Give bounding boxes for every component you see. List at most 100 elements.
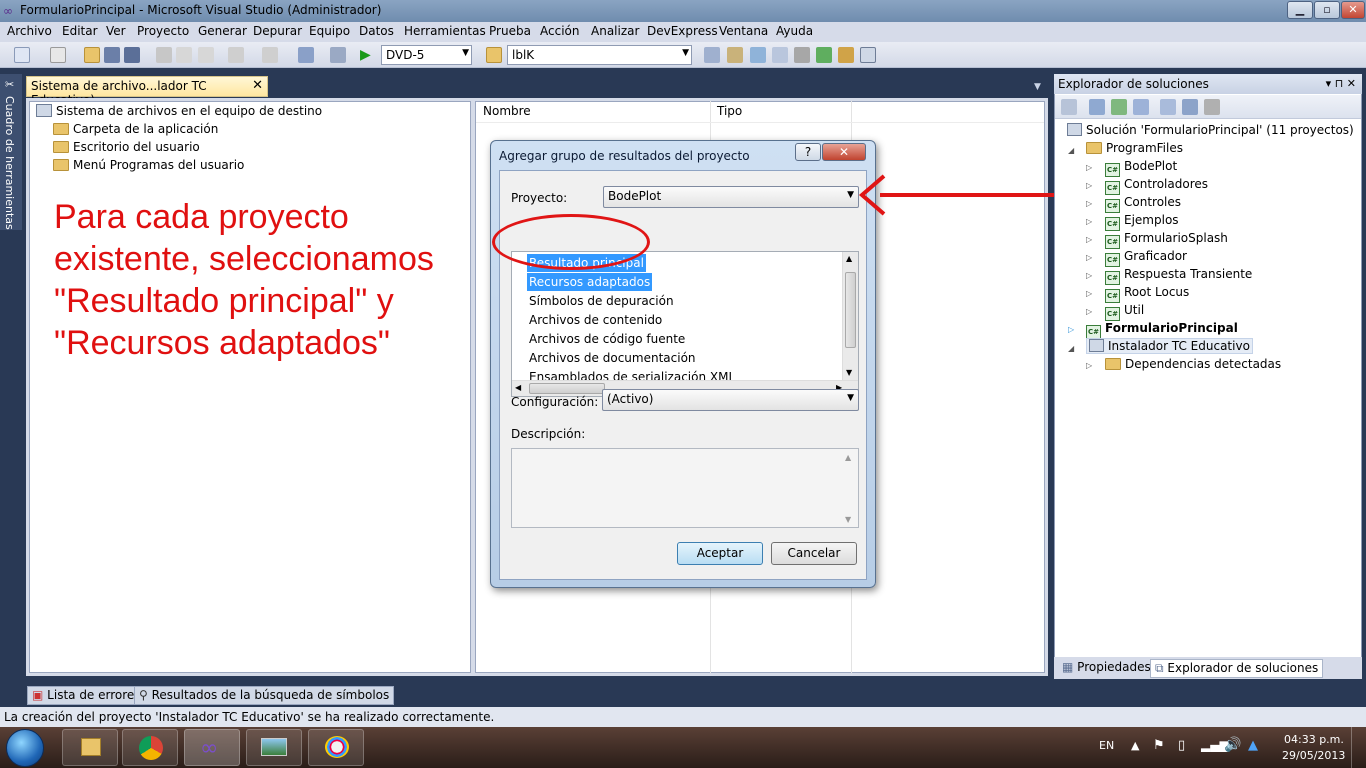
- tree-item-user-desktop[interactable]: Escritorio del usuario: [53, 140, 200, 154]
- close-window-button[interactable]: ✕: [1341, 1, 1365, 19]
- tools-icon[interactable]: [794, 47, 810, 63]
- menu-depurar[interactable]: Depurar: [253, 24, 302, 38]
- clock-time[interactable]: 04:33 p.m.: [1284, 733, 1344, 746]
- scroll-up-icon[interactable]: ▲: [846, 254, 852, 263]
- help-button[interactable]: ?: [795, 143, 821, 161]
- scroll-left-icon[interactable]: ◀: [515, 383, 521, 392]
- menu-datos[interactable]: Datos: [359, 24, 394, 38]
- folder-programfiles[interactable]: ProgramFiles: [1086, 141, 1183, 155]
- menu-accion[interactable]: Acción: [540, 24, 579, 38]
- open-icon[interactable]: [84, 47, 100, 63]
- cut-icon[interactable]: [156, 47, 172, 63]
- list-item[interactable]: Archivos de contenido: [527, 311, 664, 329]
- view-designer-icon[interactable]: [1160, 99, 1176, 115]
- menu-herramientas[interactable]: Herramientas: [404, 24, 486, 38]
- dialog-close-button[interactable]: ✕: [822, 143, 866, 161]
- collapsed-triangle-icon[interactable]: ▷: [1086, 253, 1092, 262]
- undo-icon[interactable]: [228, 47, 244, 63]
- find-in-files-icon[interactable]: [486, 47, 502, 63]
- collapsed-triangle-icon[interactable]: ▷: [1086, 307, 1092, 316]
- tree-item-app-folder[interactable]: Carpeta de la aplicación: [53, 122, 218, 136]
- cloud-drive-icon[interactable]: ▲: [1248, 738, 1258, 753]
- redo-icon[interactable]: [262, 47, 278, 63]
- refresh-icon[interactable]: [1111, 99, 1127, 115]
- folder-detected-dependencies[interactable]: Dependencias detectadas: [1105, 357, 1281, 371]
- save-icon[interactable]: [104, 47, 120, 63]
- collapsed-triangle-icon[interactable]: ▷: [1086, 181, 1092, 190]
- project-formulariosplash[interactable]: C# FormularioSplash: [1105, 231, 1228, 249]
- collapsed-triangle-icon[interactable]: ▷: [1086, 361, 1092, 370]
- language-indicator[interactable]: EN: [1099, 739, 1114, 752]
- project-bodeplot[interactable]: C# BodePlot: [1105, 159, 1177, 177]
- cancel-button[interactable]: Cancelar: [771, 542, 857, 565]
- panel-pin-close-icons[interactable]: ▾ ⊓ ✕: [1326, 77, 1356, 90]
- tab-error-list[interactable]: ▣ Lista de errores: [27, 686, 146, 705]
- extension-manager-icon[interactable]: [838, 47, 854, 63]
- project-ejemplos[interactable]: C# Ejemplos: [1105, 213, 1179, 231]
- list-item[interactable]: Símbolos de depuración: [527, 292, 676, 310]
- menu-devexpress[interactable]: DevExpress: [647, 24, 718, 38]
- properties-icon[interactable]: [1061, 99, 1077, 115]
- properties-icon[interactable]: [727, 47, 743, 63]
- navigate-back-icon[interactable]: [298, 47, 314, 63]
- command-window-icon[interactable]: [860, 47, 876, 63]
- project-respuesta-transiente[interactable]: C# Respuesta Transiente: [1105, 267, 1252, 285]
- menu-editar[interactable]: Editar: [62, 24, 98, 38]
- project-select[interactable]: BodePlot ▼: [603, 186, 859, 208]
- menu-analizar[interactable]: Analizar: [591, 24, 639, 38]
- menu-prueba[interactable]: Prueba: [489, 24, 531, 38]
- collapsed-triangle-icon[interactable]: ▷: [1086, 199, 1092, 208]
- object-browser-icon[interactable]: [750, 47, 766, 63]
- explorer-taskbar-button[interactable]: [62, 729, 118, 766]
- clock-date[interactable]: 29/05/2013: [1282, 749, 1345, 762]
- list-item[interactable]: Archivos de documentación: [527, 349, 698, 367]
- start-debug-icon[interactable]: ▶: [360, 47, 376, 63]
- project-controles[interactable]: C# Controles: [1105, 195, 1181, 213]
- registry-editor-icon[interactable]: [1204, 99, 1220, 115]
- project-root-locus[interactable]: C# Root Locus: [1105, 285, 1189, 303]
- list-item[interactable]: Ensamblados de serialización XML: [527, 368, 737, 380]
- tab-properties[interactable]: ▦ Propiedades: [1058, 659, 1155, 678]
- scrollbar-thumb[interactable]: [845, 272, 856, 348]
- maximize-button[interactable]: ▫: [1314, 1, 1340, 19]
- expanded-triangle-icon[interactable]: ◢: [1068, 146, 1074, 155]
- show-all-files-icon[interactable]: [1089, 99, 1105, 115]
- tab-symbol-results[interactable]: ⚲ Resultados de la búsqueda de símbolos: [134, 686, 395, 705]
- menu-equipo[interactable]: Equipo: [309, 24, 350, 38]
- tree-item-programs-menu[interactable]: Menú Programas del usuario: [53, 158, 244, 172]
- collapsed-triangle-icon[interactable]: ▷: [1086, 271, 1092, 280]
- menu-archivo[interactable]: Archivo: [7, 24, 52, 38]
- tab-dropdown-icon[interactable]: ▼: [1034, 82, 1041, 92]
- collapsed-triangle-icon[interactable]: ▷: [1068, 325, 1074, 334]
- project-util[interactable]: C# Util: [1105, 303, 1144, 321]
- copy-icon[interactable]: [176, 47, 192, 63]
- collapsed-triangle-icon[interactable]: ▷: [1086, 289, 1092, 298]
- project-graficador[interactable]: C# Graficador: [1105, 249, 1187, 267]
- ok-button[interactable]: Aceptar: [677, 542, 763, 565]
- document-tab[interactable]: Sistema de archivo...lador TC Educativo)…: [26, 76, 268, 107]
- menu-ayuda[interactable]: Ayuda: [776, 24, 813, 38]
- menu-proyecto[interactable]: Proyecto: [137, 24, 189, 38]
- chrome-taskbar-button[interactable]: [122, 729, 178, 766]
- project-formularioprincipal[interactable]: C# FormularioPrincipal: [1086, 321, 1238, 339]
- paint-taskbar-button[interactable]: [308, 729, 364, 766]
- toolbox-icon[interactable]: [772, 47, 788, 63]
- expanded-triangle-icon[interactable]: ◢: [1068, 344, 1074, 353]
- scrollbar-thumb[interactable]: [529, 383, 605, 394]
- list-item[interactable]: Recursos adaptados: [527, 273, 653, 291]
- list-item[interactable]: Archivos de código fuente: [527, 330, 687, 348]
- close-tab-icon[interactable]: ✕: [252, 78, 263, 93]
- configuration-select[interactable]: (Activo) ▼: [602, 389, 859, 411]
- start-button[interactable]: [6, 729, 44, 767]
- view-code-icon[interactable]: [1133, 99, 1149, 115]
- action-center-flag-icon[interactable]: ⚑: [1153, 738, 1165, 753]
- toolbox-strip[interactable]: ✂ Cuadro de herramientas: [0, 74, 22, 230]
- column-header-name[interactable]: Nombre: [483, 104, 531, 118]
- show-desktop-button[interactable]: [1351, 727, 1366, 768]
- save-all-icon[interactable]: [124, 47, 140, 63]
- project-installer[interactable]: Instalador TC Educativo: [1086, 338, 1253, 354]
- new-project-icon[interactable]: [14, 47, 30, 63]
- tab-solution-explorer[interactable]: ⧉ Explorador de soluciones: [1150, 659, 1324, 678]
- menu-ventana[interactable]: Ventana: [719, 24, 768, 38]
- battery-icon[interactable]: ▯: [1178, 738, 1185, 753]
